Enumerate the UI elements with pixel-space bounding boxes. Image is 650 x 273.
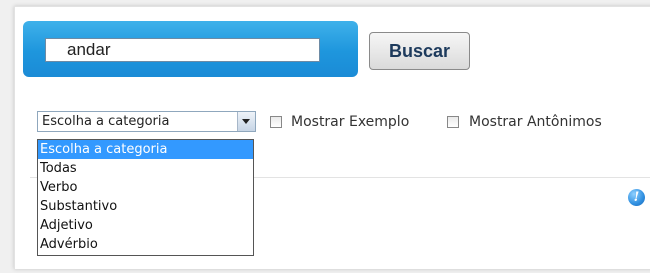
category-select-value: Escolha a categoria bbox=[42, 114, 170, 129]
show-example-label: Mostrar Exemplo bbox=[291, 114, 410, 130]
category-option-adjetivo[interactable]: Adjetivo bbox=[38, 216, 253, 235]
category-option-adverbio[interactable]: Advérbio bbox=[38, 235, 253, 254]
show-antonyms-checkbox[interactable] bbox=[447, 116, 459, 128]
search-button[interactable]: Buscar bbox=[369, 32, 470, 70]
category-option-verbo[interactable]: Verbo bbox=[38, 178, 253, 197]
category-select[interactable]: Escolha a categoria bbox=[37, 111, 256, 132]
chevron-down-icon[interactable] bbox=[237, 112, 255, 131]
category-option-escolha[interactable]: Escolha a categoria bbox=[38, 140, 253, 159]
category-options-list: Escolha a categoria Todas Verbo Substant… bbox=[37, 139, 254, 256]
search-input[interactable] bbox=[45, 38, 320, 62]
show-antonyms-label: Mostrar Antônimos bbox=[469, 114, 602, 130]
category-option-todas[interactable]: Todas bbox=[38, 159, 253, 178]
info-icon[interactable]: ! bbox=[628, 189, 645, 206]
category-option-substantivo[interactable]: Substantivo bbox=[38, 197, 253, 216]
show-example-checkbox[interactable] bbox=[270, 116, 282, 128]
